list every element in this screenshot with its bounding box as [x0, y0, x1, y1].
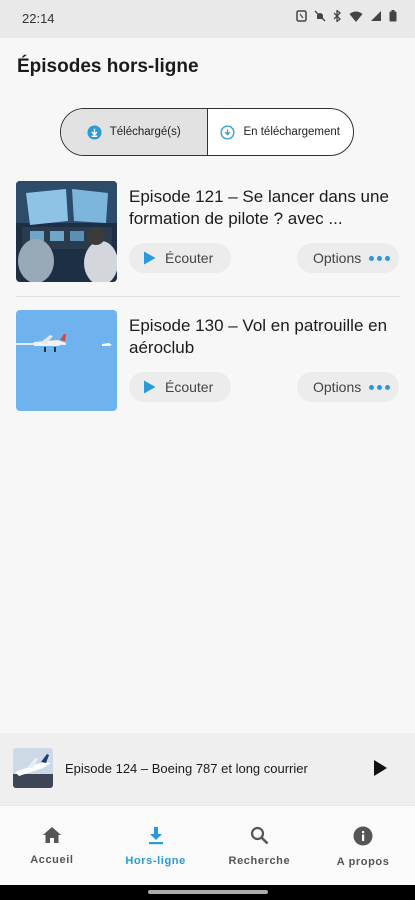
more-horizontal-icon — [369, 255, 391, 261]
options-button-label: Options — [313, 250, 362, 266]
options-button[interactable]: Options — [297, 243, 399, 273]
nav-item-hors-ligne[interactable]: Hors-ligne — [104, 806, 208, 886]
gesture-bar[interactable] — [0, 885, 415, 900]
mini-player-title: Episode 124 – Boeing 787 et long courrie… — [65, 761, 308, 776]
episode-thumbnail — [16, 310, 117, 411]
bottom-navigation: Accueil Hors-ligne Recherche A propos — [0, 805, 415, 886]
play-icon[interactable] — [372, 759, 388, 777]
nav-item-a-propos[interactable]: A propos — [311, 806, 415, 886]
tab-downloaded-label: Téléchargé(s) — [109, 126, 181, 138]
episode-item[interactable]: Episode 130 – Vol en patrouille en aéroc… — [16, 310, 400, 413]
tab-downloaded[interactable]: Téléchargé(s) — [61, 109, 207, 155]
info-icon — [353, 826, 373, 846]
episode-thumbnail — [16, 181, 117, 282]
more-horizontal-icon — [369, 384, 391, 390]
status-time: 22:14 — [22, 11, 55, 26]
nav-item-recherche[interactable]: Recherche — [208, 806, 312, 886]
nav-item-accueil[interactable]: Accueil — [0, 806, 104, 886]
listen-button[interactable]: Écouter — [129, 372, 231, 402]
tab-downloading[interactable]: En téléchargement — [206, 109, 354, 155]
episode-title: Episode 121 – Se lancer dans une formati… — [129, 187, 389, 228]
nav-item-label: Recherche — [228, 855, 291, 867]
options-button[interactable]: Options — [297, 372, 399, 402]
options-button-label: Options — [313, 379, 362, 395]
signal-icon — [371, 11, 381, 21]
download-tabs: Téléchargé(s) En téléchargement — [60, 108, 354, 156]
status-bar: 22:14 — [0, 0, 415, 38]
nfc-icon — [296, 10, 307, 22]
search-icon — [250, 826, 269, 845]
mute-icon — [314, 10, 326, 22]
downloading-icon — [220, 124, 236, 140]
tab-downloading-label: En téléchargement — [243, 126, 341, 138]
page-title: Épisodes hors-ligne — [17, 56, 199, 77]
gesture-handle — [148, 890, 268, 894]
home-icon — [42, 827, 61, 843]
download-icon — [148, 827, 163, 845]
play-icon — [144, 380, 156, 394]
download-circle-icon — [87, 124, 102, 140]
mini-player-thumbnail — [13, 748, 53, 788]
listen-button-label: Écouter — [165, 379, 214, 395]
bluetooth-icon — [333, 10, 341, 22]
nav-item-label: Accueil — [30, 854, 74, 866]
play-icon — [144, 251, 156, 265]
divider — [16, 296, 400, 297]
status-icons — [296, 10, 397, 22]
listen-button[interactable]: Écouter — [129, 243, 231, 273]
wifi-icon — [349, 11, 363, 22]
nav-item-label: Hors-ligne — [125, 855, 186, 867]
battery-icon — [389, 10, 397, 22]
episode-title: Episode 130 – Vol en patrouille en aéroc… — [129, 316, 388, 357]
nav-item-label: A propos — [336, 856, 390, 868]
episode-item[interactable]: Episode 121 – Se lancer dans une formati… — [16, 181, 400, 284]
mini-player[interactable]: Episode 124 – Boeing 787 et long courrie… — [0, 733, 415, 805]
listen-button-label: Écouter — [165, 250, 214, 266]
